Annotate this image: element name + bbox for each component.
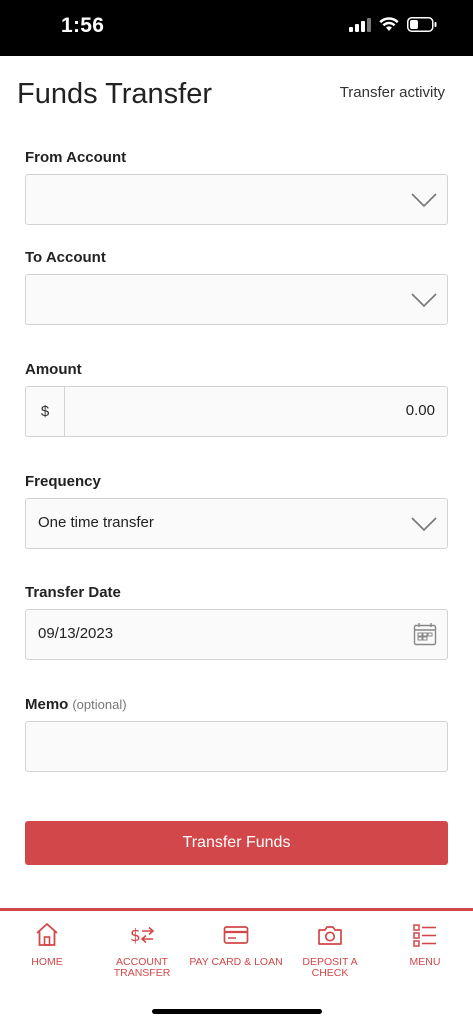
to-account-label: To Account [25, 249, 106, 266]
page-header: Funds Transfer Transfer activity [0, 56, 473, 136]
tab-deposit-check[interactable]: DEPOSIT A CHECK [283, 921, 377, 979]
signal-icon [349, 17, 371, 32]
battery-icon [407, 17, 437, 32]
memo-label: Memo (optional) [25, 696, 127, 713]
status-icons [349, 17, 437, 32]
tab-account-transfer[interactable]: $ ACCOUNT TRANSFER [95, 921, 189, 979]
transfer-date-label: Transfer Date [25, 584, 121, 601]
chevron-down-icon [411, 517, 437, 532]
home-icon [36, 923, 58, 946]
tab-label: PAY CARD & LOAN [189, 956, 283, 968]
chevron-down-icon [411, 293, 437, 308]
currency-prefix: $ [26, 387, 65, 436]
from-account-select[interactable] [25, 174, 448, 225]
credit-card-icon [223, 926, 249, 944]
tab-home[interactable]: HOME [0, 921, 94, 968]
frequency-select[interactable]: One time transfer [25, 498, 448, 549]
to-account-select[interactable] [25, 274, 448, 325]
status-time: 1:56 [61, 14, 105, 37]
frequency-label: Frequency [25, 473, 101, 490]
memo-optional-hint: (optional) [72, 697, 127, 712]
transfer-date-value: 09/13/2023 [38, 625, 114, 642]
chevron-down-icon [411, 193, 437, 208]
tab-pay-card-loan[interactable]: PAY CARD & LOAN [189, 921, 283, 968]
tab-menu[interactable]: MENU [378, 921, 472, 968]
tab-label: DEPOSIT A CHECK [302, 956, 358, 979]
from-account-label: From Account [25, 149, 127, 166]
transfer-funds-button[interactable]: Transfer Funds [25, 821, 448, 865]
wifi-icon [379, 17, 399, 31]
home-indicator[interactable] [152, 1009, 322, 1014]
page-title: Funds Transfer [17, 78, 213, 110]
transfer-date-input[interactable]: 09/13/2023 [25, 609, 448, 660]
amount-input[interactable]: $ 0.00 [25, 386, 448, 437]
menu-list-icon [413, 924, 436, 947]
status-bar: 1:56 [0, 0, 473, 56]
svg-text:$: $ [130, 926, 141, 946]
memo-label-text: Memo [25, 696, 69, 713]
bottom-tab-bar: HOME $ ACCOUNT TRANSFER PAY CARD & LOAN … [0, 908, 473, 1024]
amount-value: 0.00 [405, 402, 435, 419]
memo-input[interactable] [25, 721, 448, 772]
tab-label: HOME [31, 956, 63, 968]
transfer-icon: $ [130, 926, 155, 946]
transfer-activity-link[interactable]: Transfer activity [340, 84, 445, 101]
camera-icon [318, 926, 342, 945]
frequency-value: One time transfer [38, 514, 154, 531]
calendar-icon[interactable] [413, 622, 437, 646]
tab-label: MENU [409, 956, 441, 968]
amount-label: Amount [25, 361, 82, 378]
tab-label: ACCOUNT TRANSFER [113, 956, 171, 979]
